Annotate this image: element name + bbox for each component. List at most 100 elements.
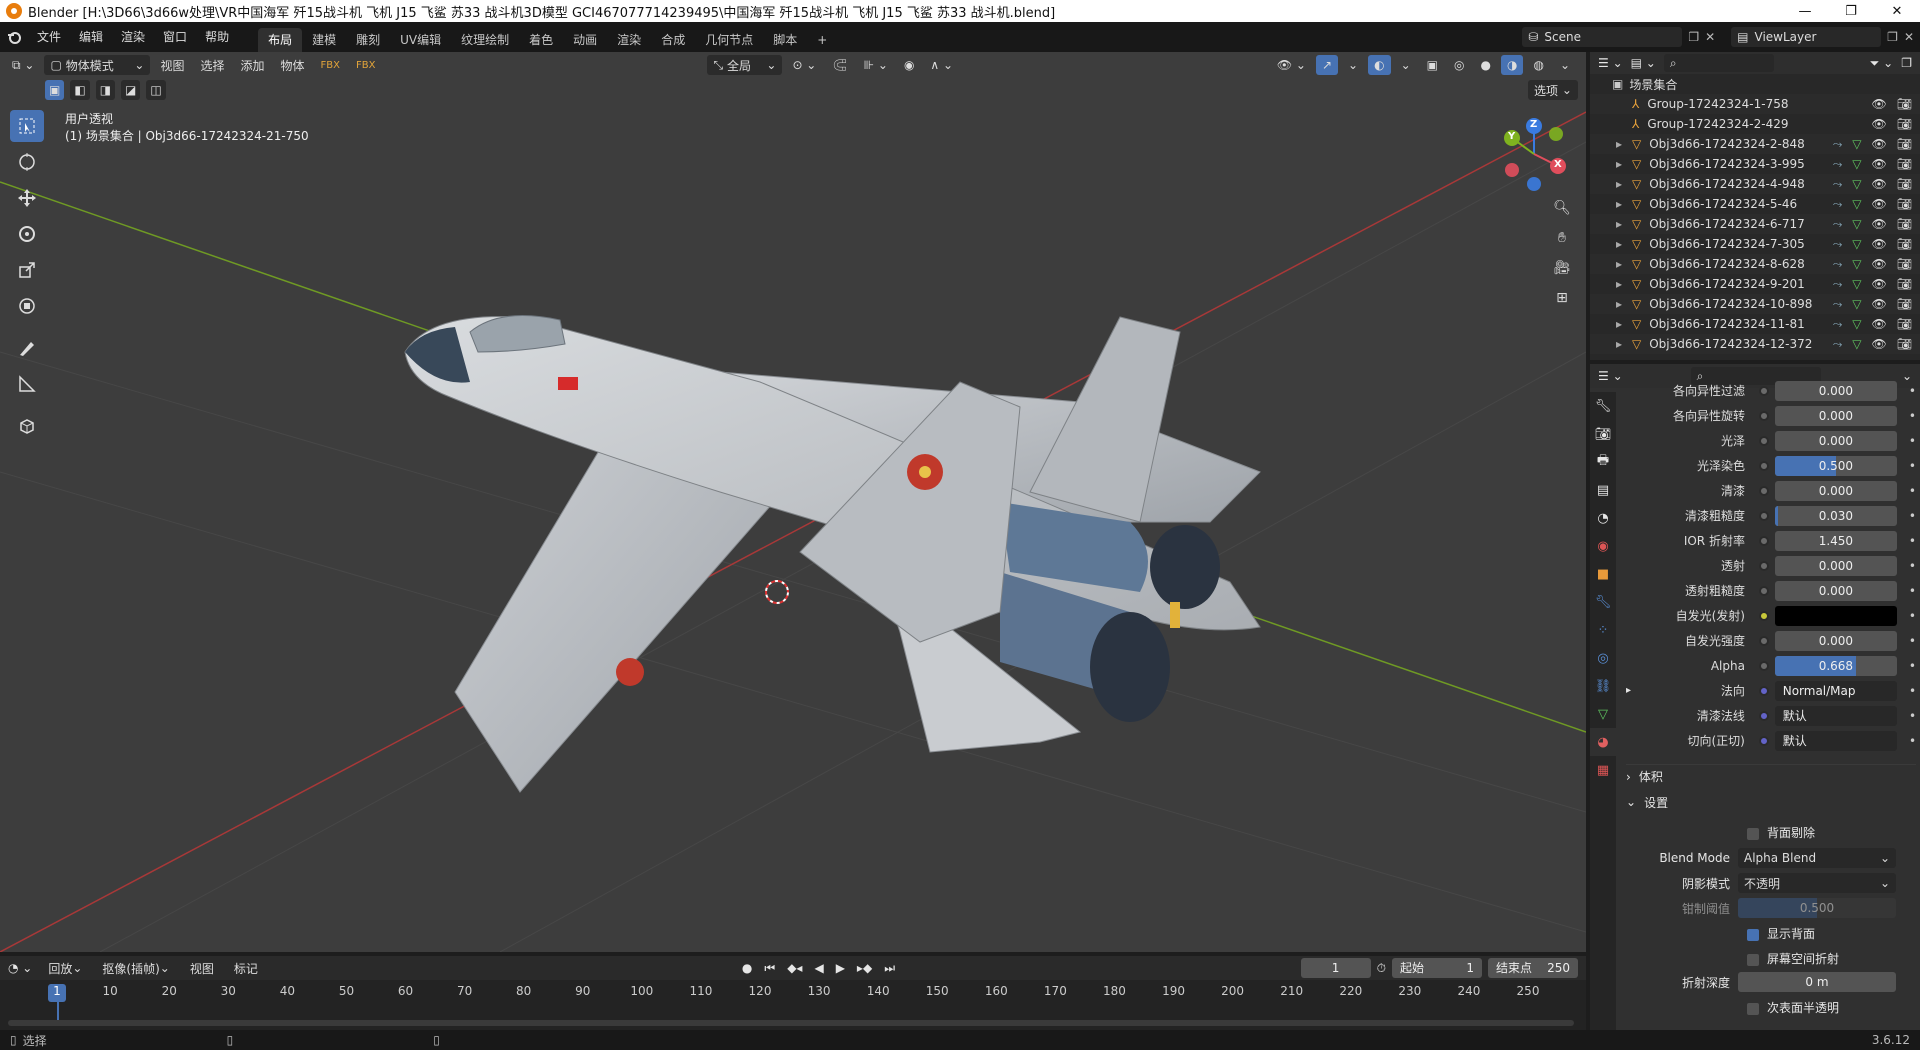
- render-camera-icon[interactable]: 📷︎: [1897, 297, 1912, 312]
- mesh-data-icon[interactable]: ▽: [1852, 177, 1861, 192]
- new-viewlayer-icon[interactable]: ❐: [1887, 30, 1898, 44]
- transform-tool-icon[interactable]: [10, 290, 44, 322]
- snap-icon[interactable]: 🧲︎: [826, 55, 853, 75]
- constraints-tab-icon[interactable]: ⛓︎: [1590, 672, 1616, 700]
- socket-dot-icon[interactable]: [1758, 560, 1769, 571]
- keyframe-dot-icon[interactable]: •: [1909, 534, 1916, 548]
- modifier-tab-icon[interactable]: 🔧︎: [1590, 588, 1616, 616]
- render-camera-icon[interactable]: 📷︎: [1897, 157, 1912, 172]
- annotate-tool-icon[interactable]: [10, 332, 44, 364]
- material-tab-icon[interactable]: ◕: [1590, 728, 1616, 756]
- menu-1[interactable]: 编辑: [70, 22, 112, 52]
- mesh-data-icon[interactable]: ▽: [1852, 277, 1861, 292]
- visibility-eye-icon[interactable]: 👁︎: [1872, 317, 1887, 332]
- output-tab-icon[interactable]: 🖶: [1590, 448, 1616, 476]
- modifier-icon[interactable]: ⤳: [1833, 257, 1843, 272]
- refraction-depth-field[interactable]: 0 m: [1738, 972, 1896, 992]
- property-value-field[interactable]: 0.000: [1774, 480, 1897, 501]
- socket-dot-icon[interactable]: [1758, 385, 1769, 396]
- outliner-search-input[interactable]: ⌕: [1663, 54, 1774, 72]
- fbx-export-icon[interactable]: FBX: [350, 55, 381, 75]
- close-button[interactable]: ✕: [1874, 0, 1920, 22]
- render-camera-icon[interactable]: 📷︎: [1897, 217, 1912, 232]
- mesh-data-icon[interactable]: ▽: [1852, 137, 1861, 152]
- outliner-item[interactable]: ▸ ▽ Obj3d66-17242324-4-948 ⤳ ▽ 👁︎ 📷︎: [1590, 174, 1920, 194]
- render-tab-icon[interactable]: 📷︎: [1590, 420, 1616, 448]
- modifier-icon[interactable]: ⤳: [1833, 237, 1843, 252]
- keyframe-dot-icon[interactable]: •: [1909, 659, 1916, 673]
- keyframe-dot-icon[interactable]: •: [1909, 484, 1916, 498]
- outliner-item[interactable]: ⅄ Group-17242324-1-758 👁︎ 📷︎: [1590, 94, 1920, 114]
- expand-arrow-icon[interactable]: ▸: [1616, 297, 1630, 311]
- viewport-menu-3[interactable]: 物体: [274, 55, 310, 75]
- particles-tab-icon[interactable]: ⁘: [1590, 616, 1616, 644]
- visibility-icon[interactable]: 👁︎ ⌄: [1271, 55, 1312, 75]
- snap-target-icon[interactable]: ⊪ ⌄: [858, 55, 894, 75]
- maximize-button[interactable]: ❐: [1828, 0, 1874, 22]
- socket-dot-icon[interactable]: [1758, 585, 1769, 596]
- socket-dot-icon[interactable]: [1758, 460, 1769, 471]
- render-camera-icon[interactable]: 📷︎: [1897, 237, 1912, 252]
- pan-hand-icon[interactable]: ✋︎: [1548, 224, 1576, 252]
- visibility-eye-icon[interactable]: 👁︎: [1872, 257, 1887, 272]
- add-cube-tool-icon[interactable]: [10, 410, 44, 442]
- socket-dot-icon[interactable]: [1758, 410, 1769, 421]
- select-intersect-icon[interactable]: ◫: [146, 80, 166, 100]
- rotate-tool-icon[interactable]: [10, 218, 44, 250]
- workspace-tab-0[interactable]: 布局: [258, 28, 303, 52]
- outliner-item[interactable]: ▸ ▽ Obj3d66-17242324-5-46 ⤳ ▽ 👁︎ 📷︎: [1590, 194, 1920, 214]
- viewlayer-selector[interactable]: ▤ ViewLayer: [1731, 27, 1882, 47]
- outliner-item[interactable]: ▸ ▽ Obj3d66-17242324-11-81 ⤳ ▽ 👁︎ 📷︎: [1590, 314, 1920, 334]
- select-subtract-icon[interactable]: ◨: [95, 80, 116, 100]
- visibility-eye-icon[interactable]: 👁︎: [1872, 237, 1887, 252]
- socket-dot-icon[interactable]: [1758, 535, 1769, 546]
- keyframe-dot-icon[interactable]: •: [1909, 509, 1916, 523]
- fbx-import-icon[interactable]: FBX: [315, 55, 346, 75]
- editor-type-icon[interactable]: ⧉ ⌄: [6, 55, 40, 75]
- texture-tab-icon[interactable]: ▦: [1590, 756, 1616, 784]
- visibility-eye-icon[interactable]: 👁︎: [1872, 337, 1887, 352]
- mesh-data-icon[interactable]: ▽: [1852, 237, 1861, 252]
- workspace-tab-7[interactable]: 渲染: [607, 28, 651, 52]
- modifier-icon[interactable]: ⤳: [1833, 317, 1843, 332]
- visibility-eye-icon[interactable]: 👁︎: [1872, 157, 1887, 172]
- workspace-tab-3[interactable]: UV编辑: [390, 28, 451, 52]
- keyframe-dot-icon[interactable]: •: [1909, 609, 1916, 623]
- workspace-tab-1[interactable]: 建模: [302, 28, 346, 52]
- workspace-tab-5[interactable]: 着色: [519, 28, 563, 52]
- workspace-tab-2[interactable]: 雕刻: [346, 28, 390, 52]
- expand-arrow-icon[interactable]: ▸: [1616, 197, 1630, 211]
- wireframe-shading-icon[interactable]: ◎: [1448, 55, 1470, 75]
- minimize-button[interactable]: —: [1782, 0, 1828, 22]
- socket-dot-icon[interactable]: [1758, 710, 1769, 721]
- shading-dropdown-icon[interactable]: ⌄: [1554, 55, 1576, 75]
- render-camera-icon[interactable]: 📷︎: [1897, 277, 1912, 292]
- render-camera-icon[interactable]: 📷︎: [1897, 117, 1912, 131]
- keyframe-dot-icon[interactable]: •: [1909, 409, 1916, 423]
- volume-panel-header[interactable]: › 体积: [1626, 764, 1916, 788]
- select-invert-icon[interactable]: ◪: [121, 80, 141, 100]
- keyframe-dot-icon[interactable]: •: [1909, 459, 1916, 473]
- visibility-eye-icon[interactable]: 👁︎: [1872, 197, 1887, 212]
- property-value-field[interactable]: 1.450: [1774, 530, 1897, 551]
- scale-tool-icon[interactable]: [10, 254, 44, 286]
- physics-tab-icon[interactable]: ◎: [1590, 644, 1616, 672]
- xray-icon[interactable]: ▣: [1421, 55, 1444, 75]
- expand-arrow-icon[interactable]: ▸: [1616, 337, 1630, 351]
- socket-dot-icon[interactable]: [1758, 510, 1769, 521]
- visibility-eye-icon[interactable]: 👁︎: [1872, 177, 1887, 192]
- render-camera-icon[interactable]: 📷︎: [1897, 337, 1912, 352]
- visibility-eye-icon[interactable]: 👁︎: [1872, 277, 1887, 292]
- expand-arrow-icon[interactable]: ▸: [1616, 317, 1630, 331]
- cursor-tool-icon[interactable]: [10, 146, 44, 178]
- modifier-icon[interactable]: ⤳: [1833, 197, 1843, 212]
- menu-3[interactable]: 窗口: [154, 22, 196, 52]
- proportional-edit-icon[interactable]: ◉: [898, 55, 920, 75]
- expand-arrow-icon[interactable]: ▸: [1616, 177, 1630, 191]
- render-camera-icon[interactable]: 📷︎: [1897, 177, 1912, 192]
- outliner-item[interactable]: ⅄ Group-17242324-2-429 👁︎ 📷︎: [1590, 114, 1920, 134]
- keyframe-dot-icon[interactable]: •: [1909, 709, 1916, 723]
- visibility-eye-icon[interactable]: 👁︎: [1872, 217, 1887, 232]
- gizmo-toggle-icon[interactable]: ↗: [1315, 55, 1339, 75]
- blend-mode-dropdown[interactable]: Alpha Blend ⌄: [1738, 848, 1896, 868]
